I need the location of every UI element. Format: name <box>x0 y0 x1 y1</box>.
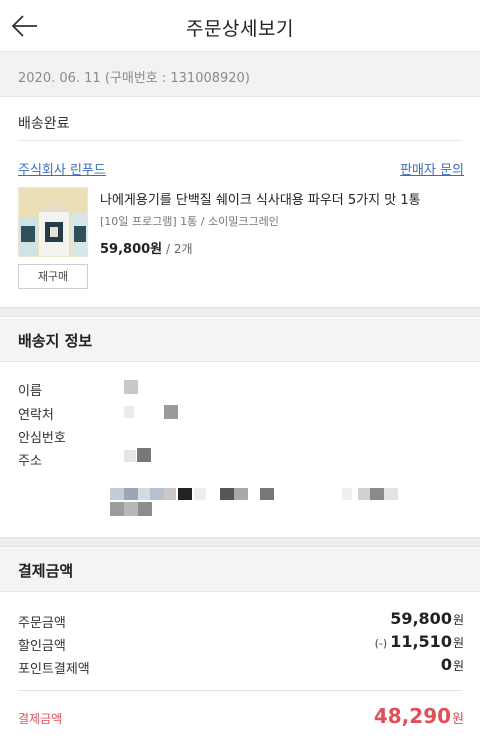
total-amount-number: 48,290 <box>373 704 452 728</box>
payment-section-header: 결제금액 <box>0 548 480 592</box>
point-payment-value: 0원 <box>441 655 464 674</box>
order-amount-value: 59,800원 <box>390 609 464 628</box>
redacted-address-full <box>108 486 408 520</box>
discount-prefix: (-) <box>374 637 388 650</box>
divider <box>18 140 462 141</box>
delivery-status: 배송완료 <box>18 116 70 132</box>
page-title: 주문상세보기 <box>186 18 294 40</box>
total-amount-label: 결제금액 <box>18 712 63 726</box>
shipping-section-title: 배송지 정보 <box>18 332 93 350</box>
product-thumbnail[interactable] <box>18 187 88 257</box>
product-quantity: / 2개 <box>162 242 193 256</box>
order-amount-number: 59,800 <box>390 609 452 628</box>
discount-amount-unit: 원 <box>452 636 464 650</box>
discount-amount-label: 할인금액 <box>18 639 66 654</box>
point-payment-number: 0 <box>440 655 452 674</box>
address-label: 주소 <box>18 454 42 469</box>
redacted-contact <box>120 404 180 420</box>
product-image <box>19 188 87 256</box>
redacted-name <box>124 380 138 394</box>
product-price: 59,800원 <box>100 242 163 257</box>
point-payment-unit: 원 <box>452 659 464 673</box>
divider <box>18 690 462 691</box>
shipping-section-header: 배송지 정보 <box>0 318 480 362</box>
product-name[interactable]: 나에게용기를 단백질 쉐이크 식사대용 파우더 5가지 맛 1통 <box>100 189 470 208</box>
contact-label: 연락처 <box>18 408 54 423</box>
discount-amount-number: 11,510 <box>390 632 452 651</box>
order-amount-label: 주문금액 <box>18 616 66 631</box>
recipient-name-label: 이름 <box>18 384 42 399</box>
product-option: [10일 프로그램] 1통 / 소이밀크그레인 <box>100 215 279 228</box>
total-amount-value: 48,290원 <box>374 704 464 728</box>
safe-number-label: 안심번호 <box>18 431 66 446</box>
payment-section-title: 결제금액 <box>18 562 74 580</box>
discount-amount-value: (-) 11,510원 <box>375 632 464 651</box>
section-gap <box>0 307 480 317</box>
order-amount-unit: 원 <box>452 613 464 627</box>
total-amount-unit: 원 <box>452 712 464 727</box>
seller-link[interactable]: 주식회사 린푸드 <box>18 159 106 178</box>
point-payment-label: 포인트결제액 <box>18 662 90 677</box>
seller-inquiry-link[interactable]: 판매자 문의 <box>400 159 464 178</box>
rebuy-button[interactable]: 재구매 <box>18 264 88 289</box>
order-date-number: 2020. 06. 11 (구매번호 : 131008920) <box>18 71 250 86</box>
section-gap <box>0 537 480 547</box>
top-bar: 주문상세보기 <box>0 0 480 52</box>
order-info-bar: 2020. 06. 11 (구매번호 : 131008920) <box>0 52 480 97</box>
product-price-quantity: 59,800원 / 2개 <box>100 238 193 257</box>
redacted-address-short <box>124 447 154 463</box>
